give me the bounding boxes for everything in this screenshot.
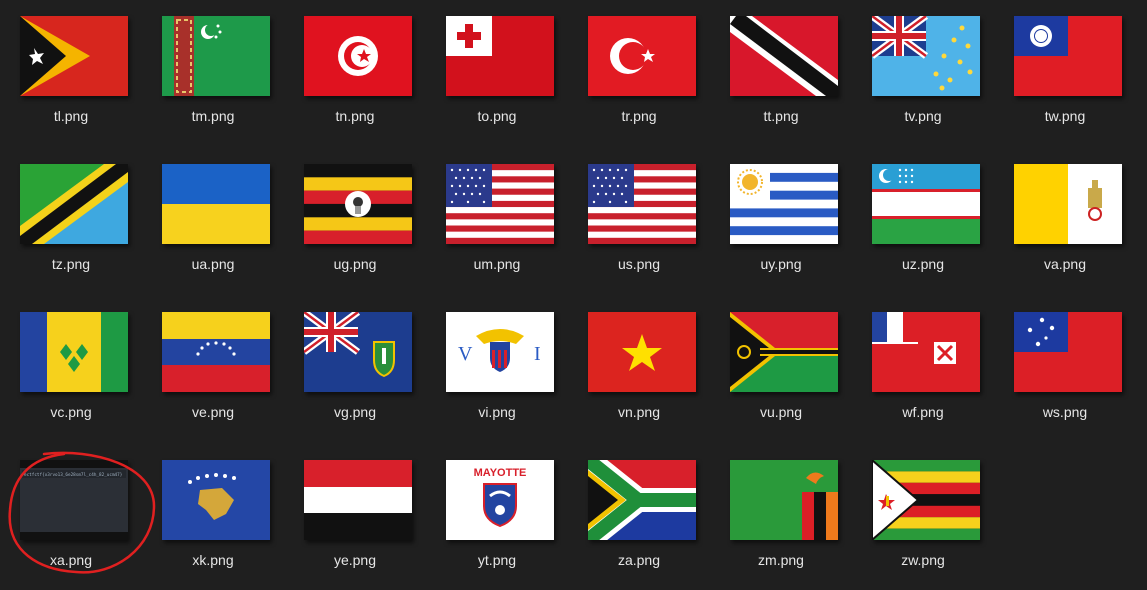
flag-tuvalu-icon <box>872 16 980 96</box>
file-name: uy.png <box>760 256 802 272</box>
file-name: tw.png <box>1044 108 1086 124</box>
file-tile[interactable]: ws.png <box>994 296 1136 442</box>
flag-mayotte-icon: MAYOTTE <box>446 460 554 540</box>
file-tile[interactable]: MAYOTTE yt.png <box>426 444 568 590</box>
svg-text:V: V <box>458 343 473 365</box>
flag-united-states-icon <box>588 164 696 244</box>
file-tile[interactable]: vu.png <box>710 296 852 442</box>
flag-zambia-icon <box>730 460 838 540</box>
file-name: to.png <box>477 108 517 124</box>
flag-samoa-icon <box>1014 312 1122 392</box>
file-name: tr.png <box>621 108 657 124</box>
file-name: va.png <box>1043 256 1087 272</box>
file-tile[interactable]: tr.png <box>568 0 710 146</box>
file-tile[interactable]: us.png <box>568 148 710 294</box>
file-name: vg.png <box>333 404 377 420</box>
file-name: xk.png <box>192 552 234 568</box>
flag-ukraine-icon <box>162 164 270 244</box>
file-name: tt.png <box>763 108 799 124</box>
file-name: ug.png <box>333 256 377 272</box>
thumbnail-text: ectfctf{x3rvo13_6e28sm7l_c4h_82_ucm47} <box>24 472 123 478</box>
file-tile[interactable]: uy.png <box>710 148 852 294</box>
file-name: zw.png <box>901 552 945 568</box>
file-tile[interactable]: zw.png <box>852 444 994 590</box>
file-tile[interactable]: ye.png <box>284 444 426 590</box>
flag-south-africa-icon <box>588 460 696 540</box>
file-name: ws.png <box>1042 404 1088 420</box>
dark-screenshot-thumbnail-icon: ectfctf{x3rvo13_6e28sm7l_c4h_82_ucm47} <box>20 460 128 540</box>
file-name: us.png <box>617 256 661 272</box>
file-name: vi.png <box>478 404 516 420</box>
file-name: ua.png <box>191 256 235 272</box>
file-name: za.png <box>617 552 661 568</box>
file-name: tv.png <box>904 108 942 124</box>
flag-vatican-icon <box>1014 164 1122 244</box>
file-name: vu.png <box>759 404 803 420</box>
flag-kosovo-icon <box>162 460 270 540</box>
flag-saint-vincent-icon <box>20 312 128 392</box>
file-tile[interactable]: tw.png <box>994 0 1136 146</box>
flag-uruguay-icon <box>730 164 838 244</box>
file-tile[interactable]: vc.png <box>0 296 142 442</box>
svg-text:I: I <box>534 343 541 365</box>
flag-wallis-futuna-icon <box>872 312 980 392</box>
file-name: tl.png <box>53 108 89 124</box>
flag-timor-leste-icon <box>20 16 128 96</box>
file-name: tn.png <box>335 108 375 124</box>
file-tile[interactable]: tl.png <box>0 0 142 146</box>
file-tile[interactable]: ua.png <box>142 148 284 294</box>
file-name: vn.png <box>617 404 661 420</box>
flag-turkmenistan-icon <box>162 16 270 96</box>
file-tile[interactable]: tn.png <box>284 0 426 146</box>
file-tile[interactable]: za.png <box>568 444 710 590</box>
file-name: tz.png <box>51 256 91 272</box>
flag-zimbabwe-icon <box>872 460 980 540</box>
flag-tonga-icon <box>446 16 554 96</box>
file-name: ve.png <box>191 404 235 420</box>
flag-venezuela-icon <box>162 312 270 392</box>
file-grid: tl.png tm.png tn.png to.png tr.png tt.pn… <box>0 0 1147 579</box>
flag-vietnam-icon <box>588 312 696 392</box>
flag-trinidad-tobago-icon <box>730 16 838 96</box>
file-tile[interactable]: xk.png <box>142 444 284 590</box>
flag-us-virgin-islands-icon: VI <box>446 312 554 392</box>
flag-vanuatu-icon <box>730 312 838 392</box>
file-tile[interactable]: zm.png <box>710 444 852 590</box>
file-tile[interactable]: tt.png <box>710 0 852 146</box>
flag-uzbekistan-icon <box>872 164 980 244</box>
file-tile[interactable]: tm.png <box>142 0 284 146</box>
file-tile[interactable]: VI vi.png <box>426 296 568 442</box>
flag-us-minor-islands-icon <box>446 164 554 244</box>
file-tile[interactable]: tz.png <box>0 148 142 294</box>
file-name: vc.png <box>50 404 92 420</box>
file-tile[interactable]: uz.png <box>852 148 994 294</box>
file-tile[interactable]: vn.png <box>568 296 710 442</box>
flag-text: MAYOTTE <box>474 467 527 479</box>
file-name: ye.png <box>333 552 377 568</box>
flag-taiwan-icon <box>1014 16 1122 96</box>
file-tile[interactable]: ectfctf{x3rvo13_6e28sm7l_c4h_82_ucm47} x… <box>0 444 142 590</box>
file-tile[interactable]: wf.png <box>852 296 994 442</box>
file-name: uz.png <box>901 256 945 272</box>
file-name: yt.png <box>477 552 517 568</box>
file-tile[interactable]: um.png <box>426 148 568 294</box>
file-tile[interactable]: va.png <box>994 148 1136 294</box>
file-name: wf.png <box>902 404 944 420</box>
file-tile[interactable]: ug.png <box>284 148 426 294</box>
file-name: xa.png <box>49 552 93 568</box>
file-tile[interactable]: ve.png <box>142 296 284 442</box>
flag-tanzania-icon <box>20 164 128 244</box>
file-tile[interactable]: tv.png <box>852 0 994 146</box>
flag-turkey-icon <box>588 16 696 96</box>
flag-british-virgin-islands-icon <box>304 312 412 392</box>
file-tile[interactable]: to.png <box>426 0 568 146</box>
flag-yemen-icon <box>304 460 412 540</box>
flag-tunisia-icon <box>304 16 412 96</box>
file-name: zm.png <box>758 552 804 568</box>
file-name: um.png <box>473 256 521 272</box>
flag-uganda-icon <box>304 164 412 244</box>
file-tile[interactable]: vg.png <box>284 296 426 442</box>
file-name: tm.png <box>191 108 235 124</box>
